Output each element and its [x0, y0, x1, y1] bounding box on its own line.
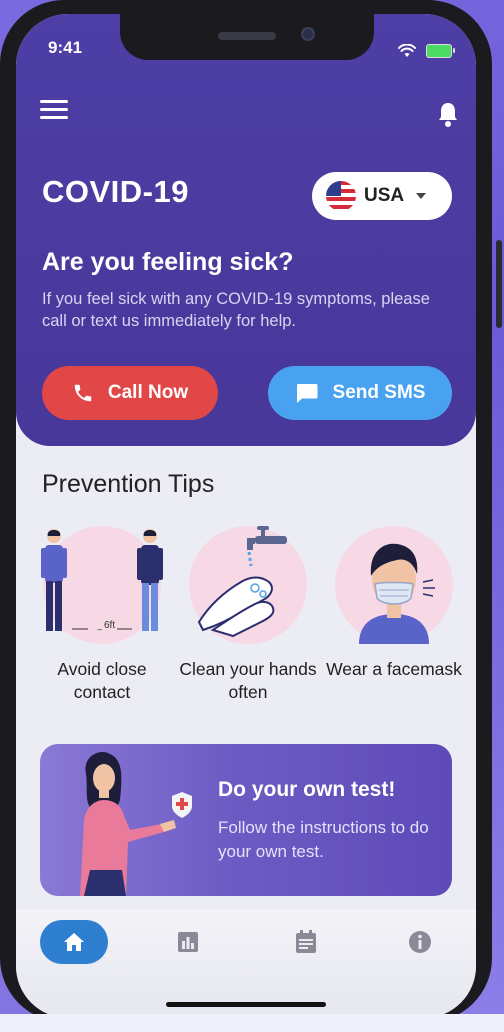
header-panel: 9:41 COVID-19 USA Are you feeling sick? … — [16, 14, 476, 446]
info-icon — [409, 931, 431, 953]
home-icon — [64, 933, 84, 951]
app-title: COVID-19 — [42, 174, 189, 209]
distancing-illustration: — 6ft — [41, 526, 163, 644]
battery-icon — [426, 44, 455, 58]
send-sms-button[interactable]: Send SMS — [268, 366, 452, 420]
send-sms-label: Send SMS — [332, 382, 426, 403]
tip-label: Clean your hands often — [179, 659, 317, 702]
bell-icon[interactable] — [436, 100, 460, 128]
country-select[interactable]: USA — [312, 172, 452, 220]
tab-calendar[interactable] — [284, 920, 328, 964]
wifi-icon — [398, 44, 416, 57]
phone-frame: 9:41 COVID-19 USA Are you feeling sick? … — [0, 0, 502, 1022]
tab-home[interactable] — [40, 920, 108, 964]
banner-description: Follow the instructions to do your own t… — [218, 818, 429, 861]
side-button — [496, 240, 502, 328]
call-now-label: Call Now — [107, 382, 189, 403]
chat-icon — [296, 384, 318, 403]
facemask-illustration — [335, 526, 453, 644]
prevention-tips-title: Prevention Tips — [42, 470, 215, 498]
background-strip — [0, 1014, 504, 1032]
chart-icon — [178, 932, 198, 952]
chevron-down-icon — [416, 193, 427, 199]
notch — [120, 14, 374, 60]
status-time: 9:41 — [48, 38, 83, 57]
tab-stats[interactable] — [166, 920, 210, 964]
distance-label: 6ft — [102, 620, 118, 631]
sick-question: Are you feeling sick? — [42, 248, 294, 276]
phone-icon — [74, 384, 92, 402]
self-test-banner[interactable]: Do your own test! Follow the instruction… — [40, 744, 452, 896]
home-indicator — [166, 1002, 326, 1007]
woman-illustration — [80, 752, 192, 896]
country-label: USA — [364, 185, 405, 206]
banner-title: Do your own test! — [218, 778, 396, 801]
tab-info[interactable] — [398, 920, 442, 964]
calendar-icon — [296, 930, 316, 953]
handwash-illustration — [189, 526, 307, 644]
sick-description: If you feel sick with any COVID-19 sympt… — [42, 290, 430, 330]
app-screen: 9:41 COVID-19 USA Are you feeling sick? … — [16, 14, 476, 1018]
us-flag-icon — [326, 181, 356, 211]
tip-label: Avoid close contact — [57, 659, 147, 702]
tip-wear-mask[interactable]: Wear a facemask — [324, 526, 464, 681]
tip-clean-hands[interactable]: Clean your hands often — [178, 526, 318, 704]
menu-icon[interactable] — [40, 100, 68, 120]
call-now-button[interactable]: Call Now — [42, 366, 218, 420]
tip-label: Wear a facemask — [326, 659, 462, 679]
status-icons — [398, 44, 455, 58]
tip-avoid-contact[interactable]: — 6ft Avoid close contact — [32, 526, 172, 704]
